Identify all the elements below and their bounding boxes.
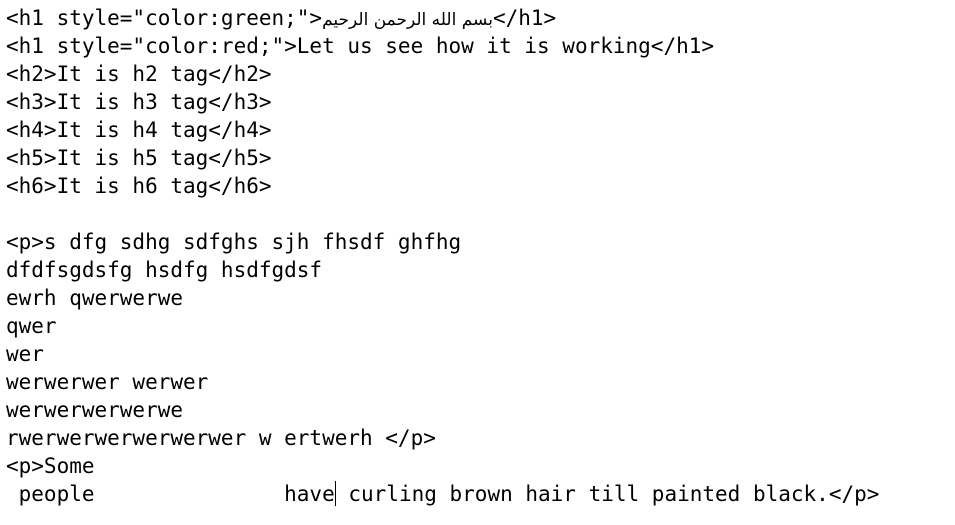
code-line-1: <h1 style="color:green;">بسم الله الرحمن… — [6, 4, 879, 32]
code-lines: <h1 style="color:green;">بسم الله الرحمن… — [6, 4, 879, 508]
code-line-11: ewrh qwerwerwe — [6, 286, 184, 310]
code-line-4: <h3>It is h3 tag</h3> — [6, 90, 272, 114]
code-line-18-after-caret: curling brown hair till painted black.</… — [335, 482, 880, 506]
code-line-1-start: <h1 style="color:green;"> — [6, 6, 323, 30]
text-editor[interactable]: <h1 style="color:green;">بسم الله الرحمن… — [0, 0, 955, 525]
code-line-18-before-caret: people have — [6, 482, 335, 506]
code-line-1-arabic-text: بسم الله الرحمن الرحيم — [322, 10, 493, 30]
code-line-8-blank — [6, 200, 879, 228]
code-line-6: <h5>It is h5 tag</h5> — [6, 146, 272, 170]
code-line-1-end: </h1> — [492, 6, 557, 30]
code-line-13: wer — [6, 342, 44, 366]
code-line-9: <p>s dfg sdhg sdfghs sjh fhsdf ghfhg — [6, 230, 462, 254]
code-line-18: people have curling brown hair till pain… — [6, 480, 879, 508]
code-line-3: <h2>It is h2 tag</h2> — [6, 62, 272, 86]
code-line-15: werwerwerwerwe — [6, 398, 184, 422]
code-line-17: <p>Some — [6, 454, 95, 478]
code-line-10: dfdfsgdsfg hsdfg hsdfgdsf — [6, 258, 323, 282]
code-line-7: <h6>It is h6 tag</h6> — [6, 174, 272, 198]
code-line-2: <h1 style="color:red;">Let us see how it… — [6, 34, 715, 58]
code-line-16: rwerwerwerwerwerwer w ertwerh </p> — [6, 426, 436, 450]
code-line-5: <h4>It is h4 tag</h4> — [6, 118, 272, 142]
code-line-14: werwerwer werwer — [6, 370, 209, 394]
code-line-12: qwer — [6, 314, 57, 338]
